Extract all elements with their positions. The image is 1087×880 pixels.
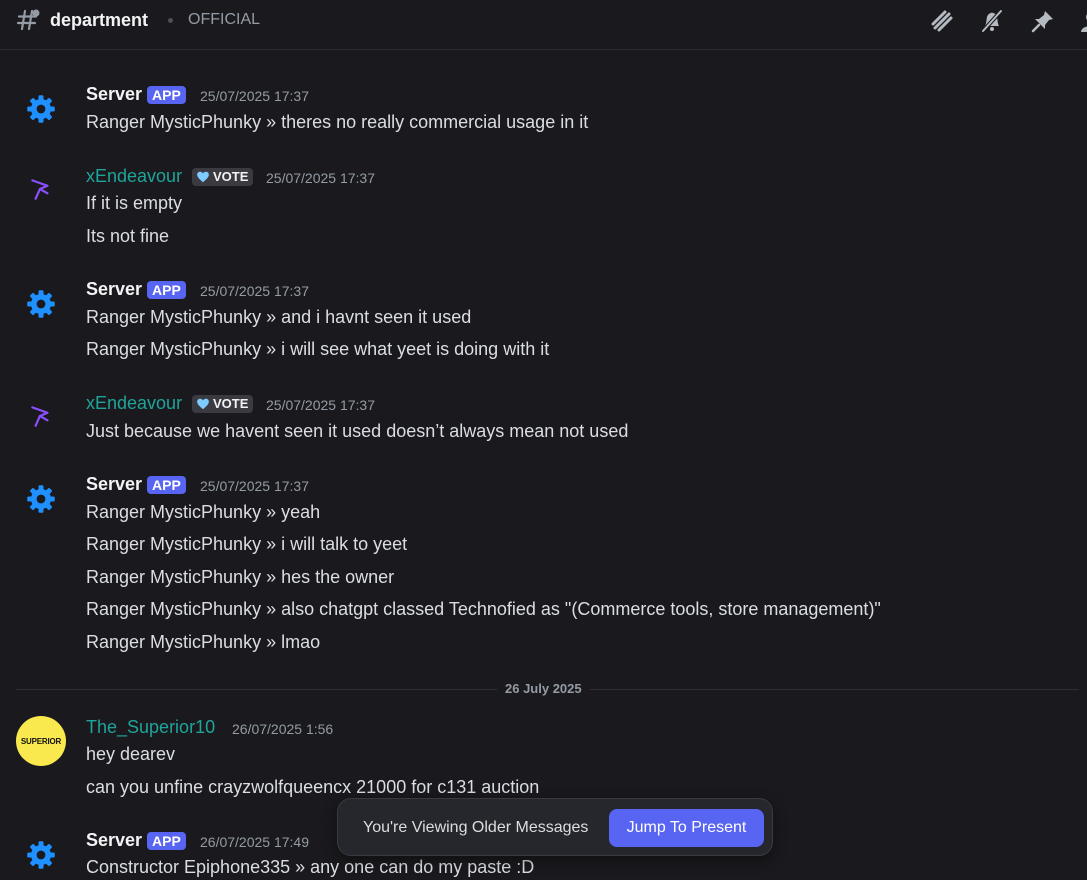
message-text: hey dearev <box>86 744 176 764</box>
avatar-text: SUPERIOR <box>20 736 62 746</box>
message-text: If it is empty <box>86 193 183 213</box>
message-timestamp[interactable]: 25/07/2025 17:37 <box>200 88 309 104</box>
date-divider-label: 26 July 2025 <box>497 681 590 696</box>
message-text: Ranger MysticPhunky » lmao <box>86 632 321 652</box>
heart-icon <box>197 398 209 410</box>
vote-badge: VOTE <box>192 168 254 186</box>
jump-to-present-button[interactable]: Jump To Present <box>609 809 764 847</box>
channel-header: department OFFICIAL <box>0 0 1087 50</box>
vote-badge-label: VOTE <box>213 396 249 411</box>
message-text: Ranger MysticPhunky » i will talk to yee… <box>86 534 408 554</box>
message-timestamp[interactable]: 26/07/2025 17:49 <box>200 834 309 850</box>
message-text: Just because we havent seen it used does… <box>86 421 629 441</box>
message-text: Ranger MysticPhunky » also chatgpt class… <box>86 599 881 619</box>
server-avatar[interactable] <box>16 279 66 329</box>
author-name[interactable]: xEndeavour <box>86 166 182 187</box>
author-name[interactable]: Server <box>86 279 142 300</box>
bird-icon <box>31 179 49 200</box>
vote-badge-label: VOTE <box>213 169 249 184</box>
threads-icon[interactable] <box>929 8 955 34</box>
gear-icon <box>27 841 55 869</box>
heart-icon <box>197 171 209 183</box>
message-timestamp[interactable]: 25/07/2025 17:37 <box>200 283 309 299</box>
member-list-icon[interactable] <box>1078 8 1087 34</box>
gear-icon <box>27 95 55 123</box>
message-text: can you unfine crayzwolfqueencx 21000 fo… <box>86 777 540 797</box>
author-name[interactable]: The_Superior10 <box>86 717 215 738</box>
vote-badge: VOTE <box>192 395 254 413</box>
message-text: Ranger MysticPhunky » theres no really c… <box>86 112 589 132</box>
header-separator <box>168 18 173 23</box>
channel-name: department <box>50 10 149 30</box>
author-name[interactable]: Server <box>86 84 142 105</box>
server-avatar[interactable] <box>16 84 66 134</box>
pin-icon[interactable] <box>1030 8 1056 34</box>
app-badge: APP <box>147 476 186 494</box>
message-list: Server APP 25/07/2025 17:37 Ranger Mysti… <box>0 51 1087 877</box>
user-avatar[interactable] <box>16 391 66 441</box>
app-badge: APP <box>147 86 186 104</box>
older-messages-banner: You're Viewing Older Messages Jump To Pr… <box>337 798 773 856</box>
app-badge: APP <box>147 281 186 299</box>
author-name[interactable]: Server <box>86 474 142 495</box>
message-text: Ranger MysticPhunky » hes the owner <box>86 567 395 587</box>
author-name[interactable]: xEndeavour <box>86 393 182 414</box>
user-avatar[interactable]: SUPERIOR <box>16 716 66 766</box>
text-channel-hash-icon <box>16 9 40 31</box>
older-messages-text: You're Viewing Older Messages <box>363 819 589 836</box>
gear-icon <box>27 290 55 318</box>
server-avatar[interactable] <box>16 474 66 524</box>
server-avatar[interactable] <box>16 830 66 880</box>
message-text: Ranger MysticPhunky » yeah <box>86 502 321 522</box>
message-text: Ranger MysticPhunky » i will see what ye… <box>86 339 550 359</box>
app-badge: APP <box>147 832 186 850</box>
user-avatar[interactable] <box>16 164 66 214</box>
message-timestamp[interactable]: 25/07/2025 17:37 <box>266 170 375 186</box>
superior-avatar-image: SUPERIOR <box>16 716 66 766</box>
gear-icon <box>27 485 55 513</box>
message-timestamp[interactable]: 25/07/2025 17:37 <box>200 478 309 494</box>
notification-bell-muted-icon[interactable] <box>979 8 1005 34</box>
message-text: Ranger MysticPhunky » and i havnt seen i… <box>86 307 472 327</box>
author-name[interactable]: Server <box>86 830 142 851</box>
bird-icon <box>31 406 49 427</box>
channel-topic: OFFICIAL <box>188 11 261 28</box>
message-timestamp[interactable]: 26/07/2025 1:56 <box>232 721 333 737</box>
message-timestamp[interactable]: 25/07/2025 17:37 <box>266 397 375 413</box>
message-text: Its not fine <box>86 226 170 246</box>
